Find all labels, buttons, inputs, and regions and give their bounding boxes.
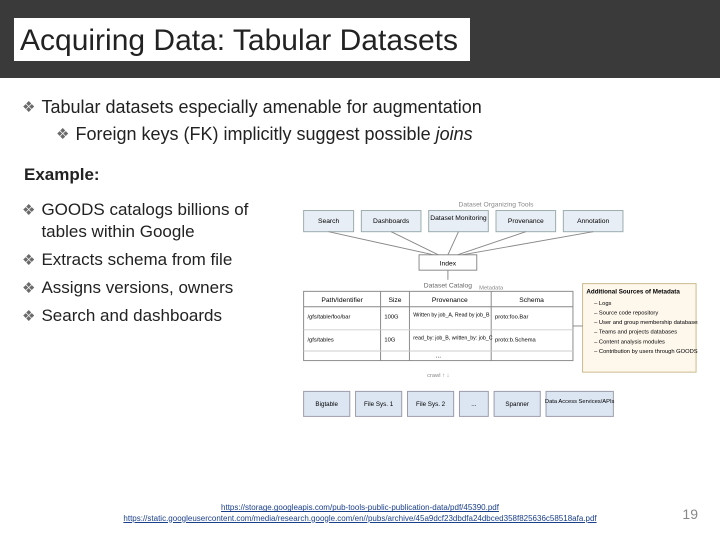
catalog-label: Dataset Catalog [424,282,472,289]
title-bar: Acquiring Data: Tabular Datasets [0,0,720,78]
content-area: ❖ Tabular datasets especially amenable f… [0,78,720,454]
diamond-icon: ❖ [22,98,35,121]
bullet-1a-pre: Foreign keys (FK) implicitly suggest pos… [75,124,435,144]
col-schema: Schema [519,297,544,304]
addl-1: – Logs [594,301,611,307]
left-bullet-3: ❖ Assigns versions, owners [22,277,282,299]
tool-provenance: Provenance [508,218,544,225]
left-column: ❖ GOODS catalogs billions of tables with… [22,199,282,333]
diamond-icon: ❖ [22,251,35,273]
svg-text:crawl ↑ ↓: crawl ↑ ↓ [427,373,450,379]
storage-spanner: Spanner [505,401,529,408]
ref-link-1[interactable]: https://storage.googleapis.com/pub-tools… [221,503,499,512]
addl-label: Additional Sources of Metadata [586,288,680,295]
addl-5: – Content analysis modules [594,339,665,345]
col-prov: Provenance [432,297,468,304]
diamond-icon: ❖ [22,279,35,301]
row1-size: 100G [384,314,399,320]
col-size: Size [388,297,401,304]
references: https://storage.googleapis.com/pub-tools… [0,503,720,524]
storage-fs1: File Sys. 1 [364,401,394,408]
left-bullet-2: ❖ Extracts schema from file [22,249,282,271]
storage-bigtable: Bigtable [315,401,338,408]
additional-sources: Additional Sources of Metadata – Logs – … [573,283,698,371]
catalog-dots: ... [435,352,441,359]
diamond-icon: ❖ [22,307,35,329]
architecture-diagram: Dataset Organizing Tools Search Dashboar… [294,199,698,454]
diagram-tools-row: Search Dashboards Dataset Monitoring Pro… [304,210,623,231]
row2-path: /gfs/tables [307,337,333,343]
row2-size: 10G [384,337,395,343]
row1-path: /gfs/table/foo/bar [307,314,350,320]
storage-das: Data Access Services/APIs [545,399,615,405]
left-bullet-3-text: Assigns versions, owners [41,277,233,299]
left-bullet-2-text: Extracts schema from file [41,249,232,271]
slide-title: Acquiring Data: Tabular Datasets [14,18,470,61]
row2-prov: read_by: job_B, written_by: job_C [413,335,492,341]
bullet-1a-text: Foreign keys (FK) implicitly suggest pos… [75,123,472,146]
tool-search: Search [318,218,340,225]
addl-6: – Contribution by users through GOODS AP… [594,349,698,355]
row1-schema: proto:foo.Bar [495,314,528,320]
left-bullet-4: ❖ Search and dashboards [22,305,282,327]
metadata-label: Metadata [479,285,504,291]
tool-monitoring: Dataset Monitoring [430,215,487,222]
catalog-table: Path/Identifier Size Provenance Schema M… [304,285,573,360]
storage-dots: ... [471,401,476,408]
addl-2: – Source code repository [594,310,658,316]
tool-annotation: Annotation [577,218,609,225]
col-path: Path/Identifier [321,297,363,304]
row1-prov: Written by job_A, Read by job_B [413,312,490,318]
storage-fs2: File Sys. 2 [416,401,446,408]
tool-dashboards: Dashboards [373,218,410,225]
left-bullet-1-text: GOODS catalogs billions of tables within… [41,199,282,243]
addl-3: – User and group membership databases [594,320,698,326]
diamond-icon: ❖ [22,201,35,245]
example-heading: Example: [24,165,698,185]
left-bullet-4-text: Search and dashboards [41,305,222,327]
page-number: 19 [682,506,698,522]
bullet-1a: ❖ Foreign keys (FK) implicitly suggest p… [56,123,698,146]
bullet-1-text: Tabular datasets especially amenable for… [41,96,481,119]
diamond-icon: ❖ [56,125,69,148]
arrows-tools-to-index [329,231,594,254]
ref-link-2[interactable]: https://static.googleusercontent.com/med… [123,514,596,523]
addl-4: – Teams and projects databases [594,329,677,335]
diagram-top-label: Dataset Organizing Tools [459,201,535,208]
storage-row: Bigtable File Sys. 1 File Sys. 2 ... Spa… [304,391,615,416]
index-label: Index [440,260,457,267]
bullet-1: ❖ Tabular datasets especially amenable f… [22,96,698,119]
row2-schema: proto:b.Schema [495,337,536,343]
bullet-1a-em: joins [436,124,473,144]
left-bullet-1: ❖ GOODS catalogs billions of tables with… [22,199,282,243]
